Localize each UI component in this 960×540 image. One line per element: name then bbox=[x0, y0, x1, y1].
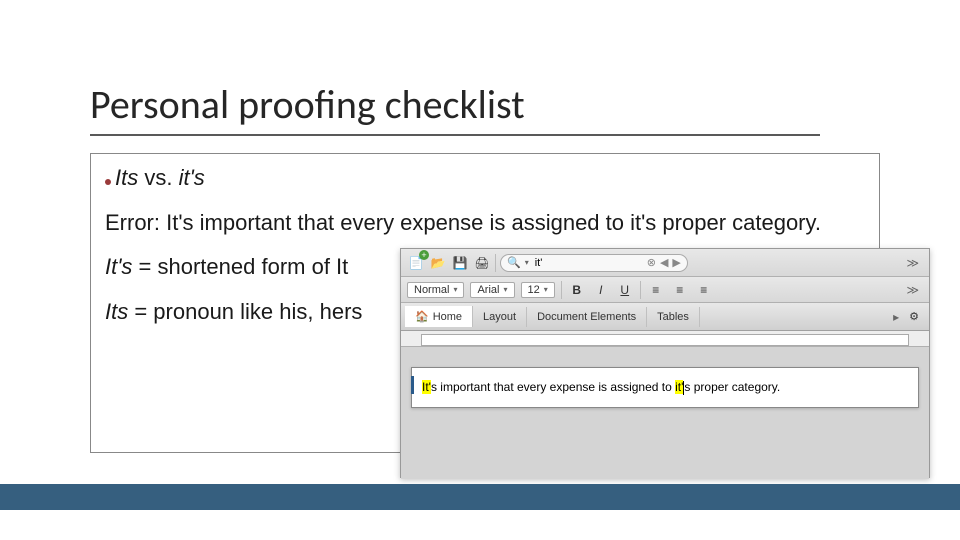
toolbar-divider bbox=[495, 254, 496, 272]
def1-term: It's bbox=[105, 254, 132, 279]
search-prev-icon[interactable]: ◀ bbox=[660, 256, 668, 269]
tab-document-elements[interactable]: Document Elements bbox=[527, 307, 647, 327]
def2-term: Its bbox=[105, 299, 128, 324]
ribbon-tabs: 🏠Home Layout Document Elements Tables ▸ … bbox=[401, 303, 929, 331]
standard-toolbar: 📄 📂 💾 🖨 🔍 ▾ ⊗ ◀ ▶ ≫ bbox=[401, 249, 929, 277]
font-select[interactable]: Arial ▾ bbox=[470, 282, 514, 298]
italic-button[interactable]: I bbox=[592, 281, 610, 299]
tab-layout-label: Layout bbox=[483, 311, 516, 323]
size-value: 12 bbox=[528, 284, 540, 296]
bullet-dot-icon bbox=[105, 179, 111, 185]
align-left-icon[interactable]: ≡ bbox=[647, 281, 665, 299]
formatting-toolbar: Normal ▾ Arial ▾ 12 ▾ B I U ≡ ≡ ≡ ≫ bbox=[401, 277, 929, 303]
align-center-icon[interactable]: ≡ bbox=[671, 281, 689, 299]
clear-search-icon[interactable]: ⊗ bbox=[647, 256, 656, 269]
title-underline bbox=[90, 134, 820, 136]
chevron-down-icon: ▾ bbox=[503, 285, 507, 294]
search-input[interactable] bbox=[533, 256, 643, 270]
chevron-down-icon: ▾ bbox=[453, 285, 457, 294]
slide-title: Personal proofing checklist bbox=[90, 80, 525, 129]
tab-tables[interactable]: Tables bbox=[647, 307, 700, 327]
save-icon[interactable]: 💾 bbox=[451, 254, 469, 272]
tab-home[interactable]: 🏠 Home bbox=[405, 306, 473, 327]
style-value: Normal bbox=[414, 284, 449, 296]
style-select[interactable]: Normal ▾ bbox=[407, 282, 464, 298]
expand-toolbar-icon[interactable]: ≫ bbox=[902, 256, 923, 270]
align-right-icon[interactable]: ≡ bbox=[695, 281, 713, 299]
bullet-its2-italic: it's bbox=[179, 165, 205, 190]
highlight-match-2: it' bbox=[675, 380, 683, 394]
ribbon-settings-icon[interactable]: ⚙ bbox=[903, 310, 925, 323]
error-paragraph: Error: It's important that every expense… bbox=[105, 209, 865, 238]
chevron-down-icon[interactable]: ▾ bbox=[525, 258, 529, 267]
horizontal-ruler[interactable] bbox=[401, 331, 929, 347]
document-area[interactable]: It's important that every expense is ass… bbox=[401, 347, 929, 479]
def2-rest: = pronoun like his, hers bbox=[128, 299, 362, 324]
search-box[interactable]: 🔍 ▾ ⊗ ◀ ▶ bbox=[500, 254, 688, 272]
print-icon[interactable]: 🖨 bbox=[473, 254, 491, 272]
underline-button[interactable]: U bbox=[616, 281, 634, 299]
word-window: 📄 📂 💾 🖨 🔍 ▾ ⊗ ◀ ▶ ≫ Normal ▾ Arial ▾ 12 ▾ B … bbox=[400, 248, 930, 478]
tab-layout[interactable]: Layout bbox=[473, 307, 527, 327]
highlight-match-1: It' bbox=[422, 380, 431, 394]
size-select[interactable]: 12 ▾ bbox=[521, 282, 555, 298]
open-icon[interactable]: 📂 bbox=[429, 254, 447, 272]
bullet-vs: vs. bbox=[138, 165, 178, 190]
slide-footer-bar bbox=[0, 484, 960, 510]
expand-toolbar-icon[interactable]: ≫ bbox=[902, 283, 923, 297]
def1-rest: = shortened form of It bbox=[132, 254, 348, 279]
chevron-down-icon: ▾ bbox=[544, 285, 548, 294]
tab-tables-label: Tables bbox=[657, 311, 689, 323]
doc-text-2: s proper category. bbox=[684, 380, 780, 394]
doc-text-1: s important that every expense is assign… bbox=[431, 380, 675, 394]
toolbar-divider bbox=[561, 281, 562, 299]
tab-home-label: Home bbox=[433, 311, 462, 323]
bullet-its-italic: Its bbox=[115, 165, 138, 190]
new-doc-icon[interactable]: 📄 bbox=[407, 254, 425, 272]
search-icon: 🔍 bbox=[507, 256, 521, 269]
bullet-item: Its vs. it's bbox=[105, 164, 865, 193]
margin-marker-icon bbox=[411, 376, 414, 394]
search-next-icon[interactable]: ▶ bbox=[672, 256, 680, 269]
font-value: Arial bbox=[477, 284, 499, 296]
document-page: It's important that every expense is ass… bbox=[411, 367, 919, 408]
bold-button[interactable]: B bbox=[568, 281, 586, 299]
ribbon-overflow-icon[interactable]: ▸ bbox=[889, 310, 903, 324]
tab-docel-label: Document Elements bbox=[537, 311, 636, 323]
home-icon: 🏠 bbox=[415, 310, 429, 323]
toolbar-divider bbox=[640, 281, 641, 299]
